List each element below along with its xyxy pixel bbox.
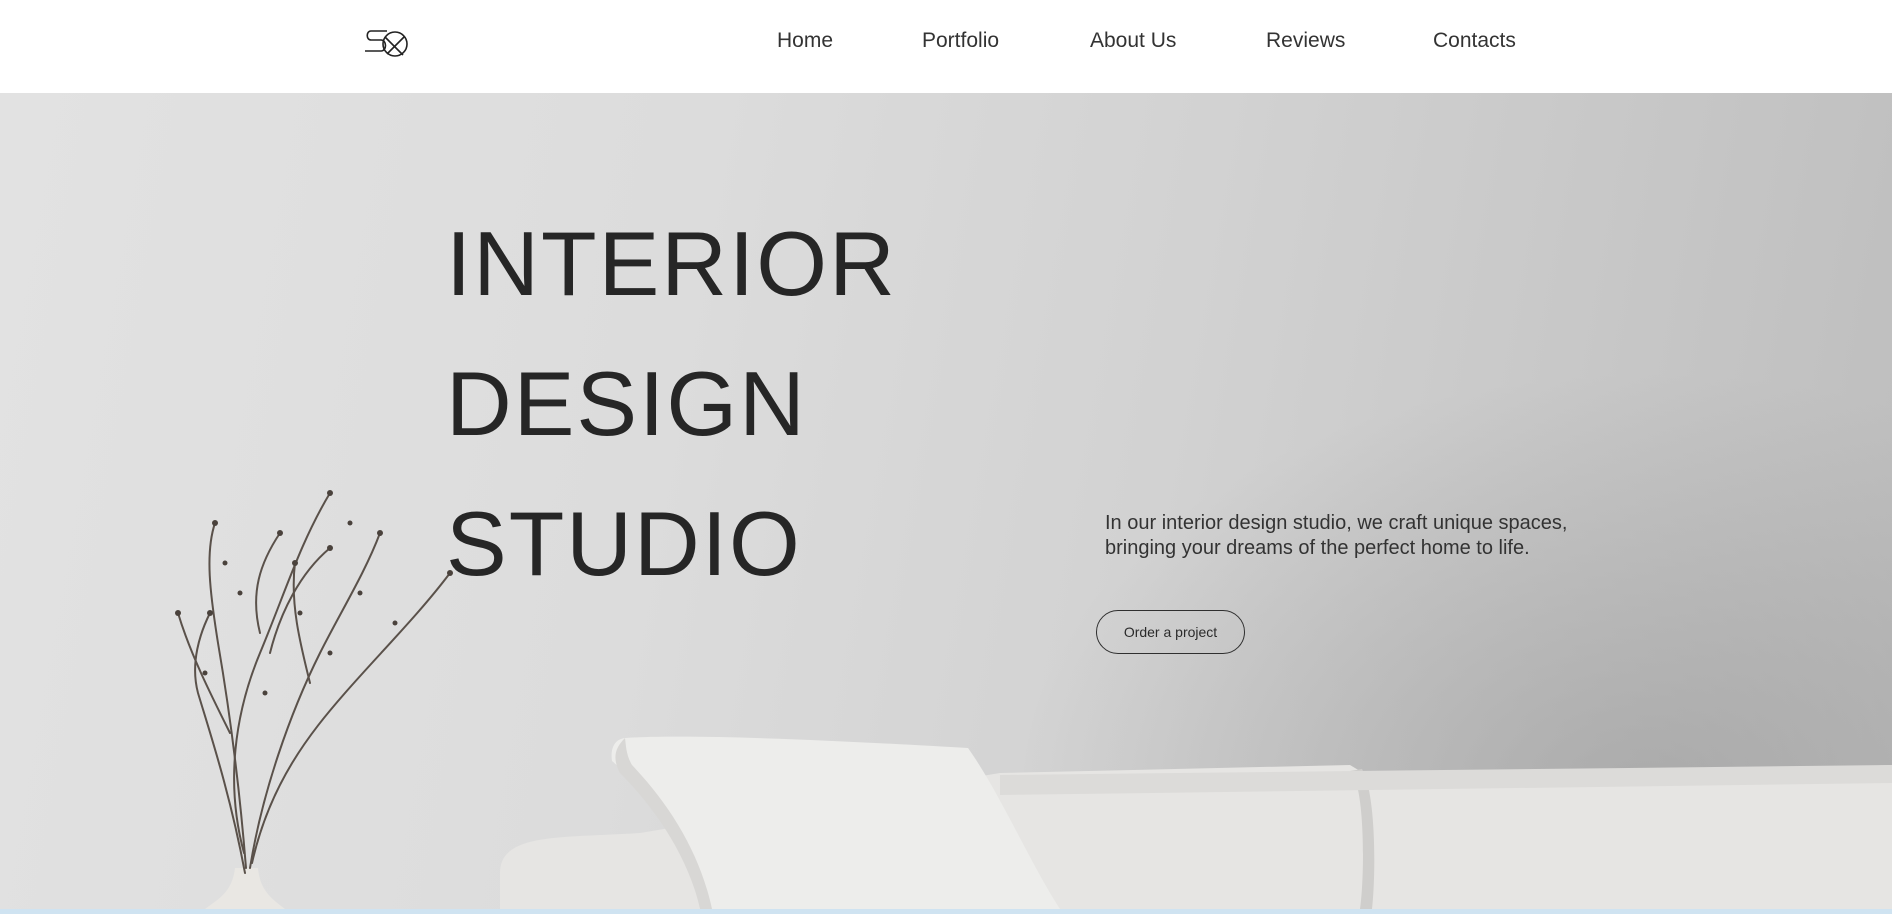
main-nav: Home Portfolio About Us Reviews Contacts <box>0 0 1892 84</box>
site-header: Home Portfolio About Us Reviews Contacts <box>0 0 1892 93</box>
hero-title-line-3: STUDIO <box>446 494 802 595</box>
hero-background-image <box>175 490 1892 909</box>
nav-item-contacts[interactable]: Contacts <box>1433 29 1516 53</box>
hero-tagline: In our interior design studio, we craft … <box>1105 512 1568 559</box>
nav-item-home[interactable]: Home <box>777 29 833 53</box>
nav-item-portfolio[interactable]: Portfolio <box>922 29 999 53</box>
nav-item-about-us[interactable]: About Us <box>1090 29 1176 53</box>
nav-item-reviews[interactable]: Reviews <box>1266 29 1345 53</box>
order-project-button[interactable]: Order a project <box>1096 610 1245 654</box>
hero-title-line-2: DESIGN <box>446 354 807 455</box>
hero-title-line-1: INTERIOR <box>446 214 897 315</box>
hero-section: INTERIOR DESIGN STUDIO In our interior d… <box>0 93 1892 909</box>
bottom-edge-strip <box>0 909 1892 914</box>
